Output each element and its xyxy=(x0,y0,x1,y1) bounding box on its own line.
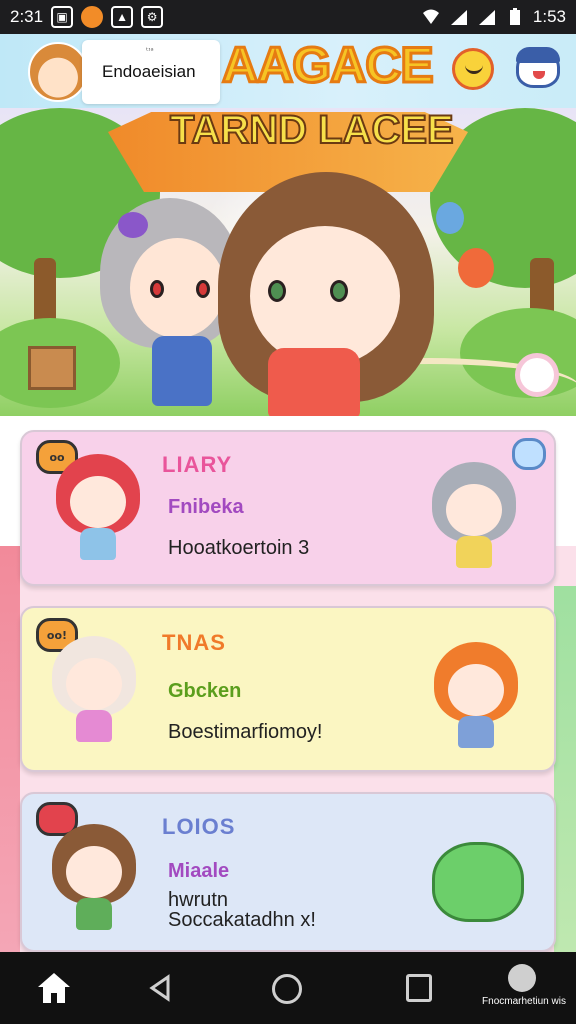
dino-mascot xyxy=(432,842,524,922)
header-banner: ᵗᶦᵃ Endoaeisian AAGACE xyxy=(0,34,576,108)
card-description-line2: Soccakatadhn x! xyxy=(168,909,316,931)
house xyxy=(28,346,76,390)
eye xyxy=(330,280,348,302)
card-character xyxy=(52,636,136,746)
game-title: TARND LACEE xyxy=(169,108,455,153)
avatar[interactable] xyxy=(28,42,88,102)
eye xyxy=(268,280,286,302)
signal-icon-2 xyxy=(478,10,495,25)
status-bar: 2:31 ▣ ▲ ⚙ 1:53 xyxy=(0,0,576,34)
story-card[interactable]: LOIOS Miaale hwrutn Soccakatadhn x! xyxy=(20,792,556,952)
card-tag: LOIOS xyxy=(162,814,236,839)
card-tag: LIARY xyxy=(162,452,233,477)
status-time-right: 1:53 xyxy=(532,7,566,26)
card-subtitle: Gbcken xyxy=(168,680,242,702)
user-name: Endoaeisian xyxy=(102,62,196,81)
back-icon[interactable] xyxy=(148,974,172,1002)
card-tag: TNAS xyxy=(162,630,226,655)
home-circle-button[interactable] xyxy=(272,974,302,1004)
character-gray-face xyxy=(130,238,225,338)
gear-icon: ⚙ xyxy=(141,6,164,28)
photo-icon: ▣ xyxy=(51,6,74,28)
balloon-blue xyxy=(436,202,464,234)
hair-ornament xyxy=(118,212,148,238)
upload-icon: ▲ xyxy=(111,6,134,28)
assistant-label: Fnocmarhetiun wis xyxy=(482,996,566,1007)
card-description: Hooatkoertoin 3 xyxy=(168,537,310,559)
chat-bubble-icon[interactable] xyxy=(512,438,546,470)
mascot-bird-icon[interactable] xyxy=(452,48,494,90)
story-card[interactable]: oo! TNAS Gbcken Boestimarfiomoy! xyxy=(20,606,556,772)
card-description: Boestimarfiomoy! xyxy=(168,721,323,743)
user-chip-small-text: ᵗᶦᵃ xyxy=(146,46,154,55)
card-subtitle: Fnibeka xyxy=(168,496,244,518)
status-time: 2:31 xyxy=(10,7,44,26)
character-gray-body xyxy=(152,336,212,406)
recents-button[interactable] xyxy=(406,974,432,1002)
hero-illustration: TARND LACEE xyxy=(0,108,576,416)
user-chip[interactable]: ᵗᶦᵃ Endoaeisian xyxy=(82,40,220,104)
eye xyxy=(150,280,164,298)
navigation-bar: Fnocmarhetiun wis xyxy=(0,952,576,1024)
mascot-cat-icon[interactable] xyxy=(516,47,560,88)
card-description-line1: hwrutn xyxy=(168,889,229,911)
card-character-right xyxy=(432,462,516,572)
orange-app-icon xyxy=(81,6,104,28)
card-character xyxy=(52,824,136,934)
battery-icon xyxy=(509,8,520,25)
story-card[interactable]: oo LIARY Fnibeka Hooatkoertoin 3 xyxy=(20,430,556,586)
character-brown-body xyxy=(268,348,360,416)
flower xyxy=(520,358,554,392)
home-icon[interactable] xyxy=(36,970,72,1006)
balloon-red xyxy=(458,248,494,288)
eye xyxy=(196,280,210,298)
game-title-top: AAGACE xyxy=(221,36,436,95)
assistant-icon[interactable] xyxy=(508,964,536,992)
signal-icon xyxy=(450,10,467,25)
wifi-icon xyxy=(422,9,439,24)
card-character-right xyxy=(434,642,518,752)
card-subtitle: Miaale xyxy=(168,860,230,882)
card-character xyxy=(56,454,140,564)
